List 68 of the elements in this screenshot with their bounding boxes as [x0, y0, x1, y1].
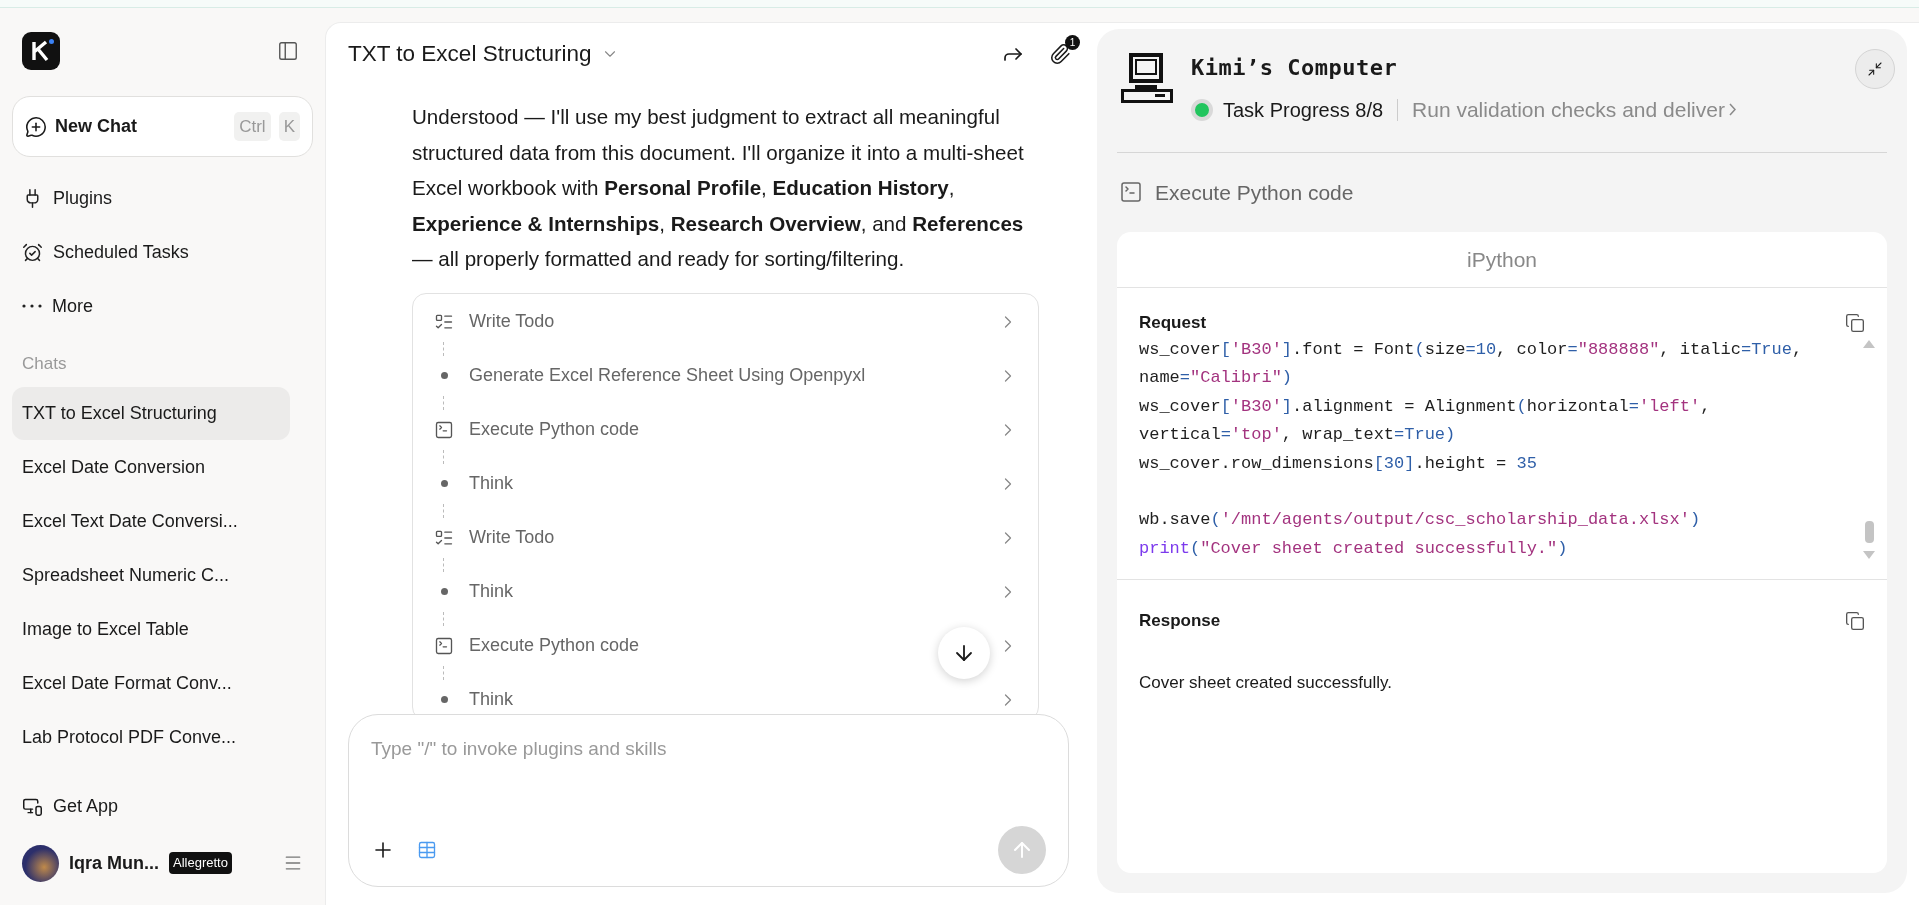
code-line: ws_cover.row_dimensions[30].height = 35	[1139, 452, 1537, 475]
plan-badge: Allegretto	[169, 852, 232, 874]
step-item[interactable]: Think	[433, 679, 513, 714]
more-icon	[22, 304, 42, 308]
step-item[interactable]: Write Todo	[433, 517, 555, 558]
paperclip-icon[interactable]	[1049, 43, 1071, 65]
terminal-icon	[434, 419, 454, 440]
code-line: vertical='top', wrap_text=True)	[1139, 424, 1456, 446]
get-app-item[interactable]: Get App	[12, 781, 313, 831]
step-item[interactable]: Write Todo	[433, 301, 555, 342]
assistant-message: Understood — I'll use my best judgment to extract all meaningful structured data from this document. I'll organize it into a multi-sheet Excel workbook with Personal Profile, Education History, Experience & Internships, Research Overview, and References — all properly formatted and ready for sorting/filtering.	[412, 104, 1025, 272]
section-label: Request	[1139, 312, 1207, 334]
section-heading: Chats	[21, 353, 68, 376]
terminal-icon	[1119, 180, 1143, 205]
code-line: ws_cover['B30'].font = Font(size=10, color="888888", italic=True,	[1139, 338, 1803, 361]
new-chat-button[interactable]: New Chat Ctrl K	[12, 96, 313, 157]
chat-list-item[interactable]: Excel Date Format Conv...	[12, 657, 290, 710]
step-item[interactable]: Execute Python code	[433, 625, 640, 666]
copy-icon[interactable]	[1845, 312, 1865, 333]
scroll-down-icon[interactable]	[1863, 551, 1875, 559]
step-item[interactable]: Think	[433, 571, 513, 612]
step-item[interactable]: Think	[433, 463, 513, 504]
bullet-icon	[440, 696, 448, 703]
chat-list-item[interactable]: Lab Protocol PDF Conve...	[12, 711, 290, 764]
chat-list-item[interactable]: Image to Excel Table	[12, 603, 290, 656]
sidebar-nav-item[interactable]: Scheduled Tasks	[12, 225, 313, 279]
card-title: iPython	[1466, 246, 1537, 273]
step-item[interactable]: Execute Python code	[433, 409, 640, 450]
response-text: Cover sheet created successfully.	[1139, 671, 1392, 694]
sidebar-nav-item[interactable]: Plugins	[12, 171, 313, 225]
message-input-field[interactable]: Type "/" to invoke plugins and skills	[371, 735, 1046, 764]
code-line: print("Cover sheet created successfully.")	[1139, 537, 1568, 560]
bullet-icon	[440, 480, 448, 487]
chat-list-item[interactable]: Excel Date Conversion	[12, 441, 290, 494]
section-label: Response	[1139, 610, 1221, 632]
alarm-clock-icon	[22, 241, 43, 263]
shortcut-key: K	[278, 111, 300, 142]
count-badge: 1	[1065, 35, 1080, 50]
shortcut-key: Ctrl	[234, 111, 271, 142]
code-line: name="Calibri")	[1139, 367, 1293, 389]
chat-list-item[interactable]: Spreadsheet Numeric C...	[12, 549, 290, 602]
copy-icon[interactable]	[1845, 610, 1865, 631]
scrollbar-thumb[interactable]	[1864, 521, 1874, 543]
chat-list-item[interactable]: TXT to Excel Structuring	[12, 387, 290, 440]
bullet-icon	[440, 588, 448, 595]
avatar[interactable]	[22, 844, 59, 882]
code-line: ws_cover['B30'].alignment = Alignment(horizontal='left',	[1139, 395, 1711, 418]
tool-name: Execute Python code	[1155, 179, 1354, 206]
minimize-button[interactable]	[1855, 49, 1895, 89]
panel-title: Kimi’s Computer	[1191, 54, 1398, 82]
minimize-icon	[1867, 61, 1883, 77]
chat-list-item[interactable]: Excel Text Date Conversi...	[12, 495, 290, 548]
code-line: wb.save('/mnt/agents/output/csc_scholarship_data.xlsx')	[1139, 509, 1701, 531]
chat-plus-icon	[25, 115, 47, 138]
sidebar-nav-item[interactable]: More	[12, 279, 313, 333]
app-logo[interactable]	[22, 32, 60, 70]
terminal-icon	[434, 635, 454, 656]
message-input[interactable]: Type "/" to invoke plugins and skills	[348, 714, 1069, 887]
chat-title[interactable]: TXT to Excel Structuring	[348, 37, 592, 71]
scroll-up-icon[interactable]	[1863, 339, 1875, 348]
send-button[interactable]	[998, 826, 1046, 874]
step-item[interactable]: Generate Excel Reference Sheet Using Openpyxl	[433, 355, 866, 396]
scroll-down-button[interactable]	[938, 627, 990, 679]
chevron-right-icon[interactable]	[1728, 103, 1736, 117]
bullet-icon	[440, 372, 448, 379]
table-icon[interactable]	[417, 840, 437, 860]
user-name: Iqra Mun...	[69, 851, 159, 875]
sidebar-toggle-icon[interactable]	[277, 40, 299, 62]
